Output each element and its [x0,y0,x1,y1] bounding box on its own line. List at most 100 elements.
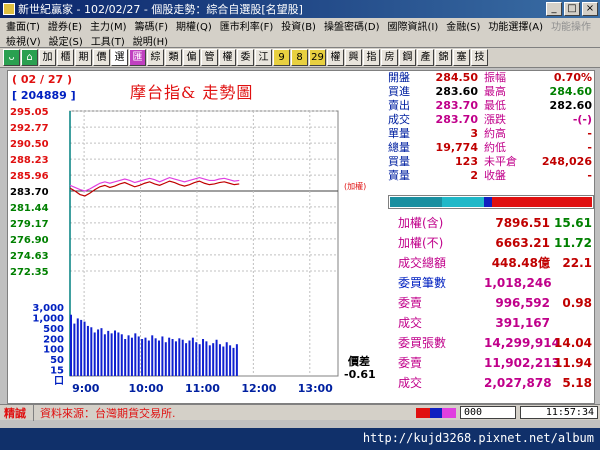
stat-pct: 22.1 [562,256,592,270]
quote-label: 買進 [388,85,410,98]
buy-sell-strength-bar [388,195,594,209]
price-tick-label: 274.63 [10,251,49,262]
volume-bar [174,341,177,376]
toolbar-button[interactable]: 8 [291,49,308,66]
toolbar-button[interactable]: ⌂ [21,49,38,66]
volume-bar [178,338,181,376]
toolbar-button[interactable]: 房 [381,49,398,66]
quote-value: 19,774 [435,141,478,154]
window-title: 新世紀贏家 - 102/02/27 - 個股走勢：綜合自選股[名望股] [18,3,303,16]
toolbar-button[interactable]: 加 [39,49,56,66]
toolbar-button[interactable]: 興 [345,49,362,66]
toolbar-button[interactable]: 類 [165,49,182,66]
toolbar-button[interactable]: 綜 [147,49,164,66]
stat-label: 成交 [398,316,423,330]
volume-bar [225,342,228,376]
status-provider: 精誠 [0,404,34,421]
volume-bar [147,340,150,376]
menu-item[interactable]: 金融(S) [446,18,480,33]
price-tick-label: 295.05 [10,107,49,118]
menu-item[interactable]: 操盤密碼(D) [324,18,380,33]
volume-tick-label: 口 [54,376,64,387]
quote-grid: 開盤 284.50 振幅 0.70% 買進 283.60 最高 284.60 賣出 283.70 最… [388,71,594,183]
toolbar-button[interactable]: 指 [363,49,380,66]
menu-item[interactable]: 匯市利率(F) [220,18,274,33]
toolbar-button[interactable]: 櫃 [57,49,74,66]
stat-label: 加權(含) [398,216,444,230]
menu-item[interactable]: 主力(M) [90,18,126,33]
menu-item[interactable]: 籌碼(F) [134,18,168,33]
volume-bar [124,339,127,376]
toolbar-button[interactable]: 管 [201,49,218,66]
toolbar-button[interactable]: 選 [111,49,128,66]
stat-value: 448.48億 [491,256,550,270]
volume-tick-label: 1,000 [32,313,64,324]
toolbar-button[interactable]: 期 [75,49,92,66]
quote-label: 約低 [484,141,506,154]
minimize-button[interactable]: _ [546,2,562,16]
stat-pct: 0.98 [562,296,592,310]
price-tick-label: 272.35 [10,267,49,278]
toolbar-button[interactable]: 9 [273,49,290,66]
menu-item[interactable]: 功能選擇(A) [488,18,543,33]
menu-item[interactable]: 設定(S) [49,33,83,48]
stat-row: 加權(含) 7896.51 15.61 [388,213,594,233]
volume-bar [144,337,147,376]
toolbar-button[interactable]: 委 [237,49,254,66]
quote-value: 284.50 [435,71,478,84]
quote-row: 賣出 283.70 最低 282.60 [388,99,594,113]
quote-label: 總量 [388,141,410,154]
stat-label: 委買筆數 [398,276,447,290]
menu-item[interactable]: 期權(Q) [176,18,212,33]
volume-bar [73,323,76,376]
menu-item[interactable]: 功能操作 [551,18,591,33]
quote-label: 買量 [388,155,410,168]
volume-bar [120,334,123,376]
menu-item[interactable]: 國際資訊(I) [387,18,438,33]
toolbar-button[interactable]: 匯 [129,49,146,66]
volume-bar [185,343,188,376]
volume-bar [198,344,201,376]
menu-item[interactable]: 說明(H) [133,33,168,48]
stat-value: 2,027,878 [484,376,552,390]
volume-bar [151,335,154,376]
market-stats: 加權(含) 7896.51 15.61 加權(不) 6663.21 11.72 成交總額 44… [388,213,594,393]
menu-item[interactable]: 檢視(V) [6,33,41,48]
toolbar-button[interactable]: 權 [219,49,236,66]
menu-item[interactable]: 投資(B) [281,18,316,33]
volume-bar [83,321,86,376]
price-tick-label: 281.44 [10,203,49,214]
toolbar-button[interactable]: 江 [255,49,272,66]
maximize-button[interactable]: □ [564,2,580,16]
toolbar-button[interactable]: 權 [327,49,344,66]
volume-tick-label: 500 [43,324,64,335]
strength-segment-teal [390,197,442,207]
volume-bar [218,344,221,376]
toolbar-button[interactable]: 錦 [435,49,452,66]
menu-item[interactable]: 畫面(T) [6,18,40,33]
toolbar-button[interactable]: 產 [417,49,434,66]
toolbar-button[interactable]: 價 [93,49,110,66]
menu-item[interactable]: 工具(T) [91,33,125,48]
quote-label: 漲跌 [484,113,506,126]
menu-item[interactable]: 證券(E) [48,18,82,33]
close-button[interactable]: × [582,2,598,16]
price-tick-label: 276.90 [10,235,49,246]
stat-label: 加權(不) [398,236,444,250]
toolbar-button[interactable]: 29 [309,49,326,66]
stat-pct: 5.18 [562,376,592,390]
toolbar-button[interactable]: 鋼 [399,49,416,66]
toolbar-button[interactable]: ᴗ [3,49,20,66]
volume-bar [222,346,225,376]
price-tick-label: 290.50 [10,139,49,150]
menu-row-2: 檢視(V) 設定(S) 工具(T) 說明(H) [6,33,600,48]
toolbar-button[interactable]: 偏 [183,49,200,66]
toolbar-button[interactable]: 塞 [453,49,470,66]
stat-value: 11,902,213 [484,356,560,370]
quote-label: 約高 [484,127,506,140]
volume-bar [90,327,93,376]
chart-code: [ 204889 ] [12,89,76,102]
quote-value: 123 [455,155,478,168]
toolbar-button[interactable]: 技 [471,49,488,66]
stat-pct: 11.94 [554,356,592,370]
